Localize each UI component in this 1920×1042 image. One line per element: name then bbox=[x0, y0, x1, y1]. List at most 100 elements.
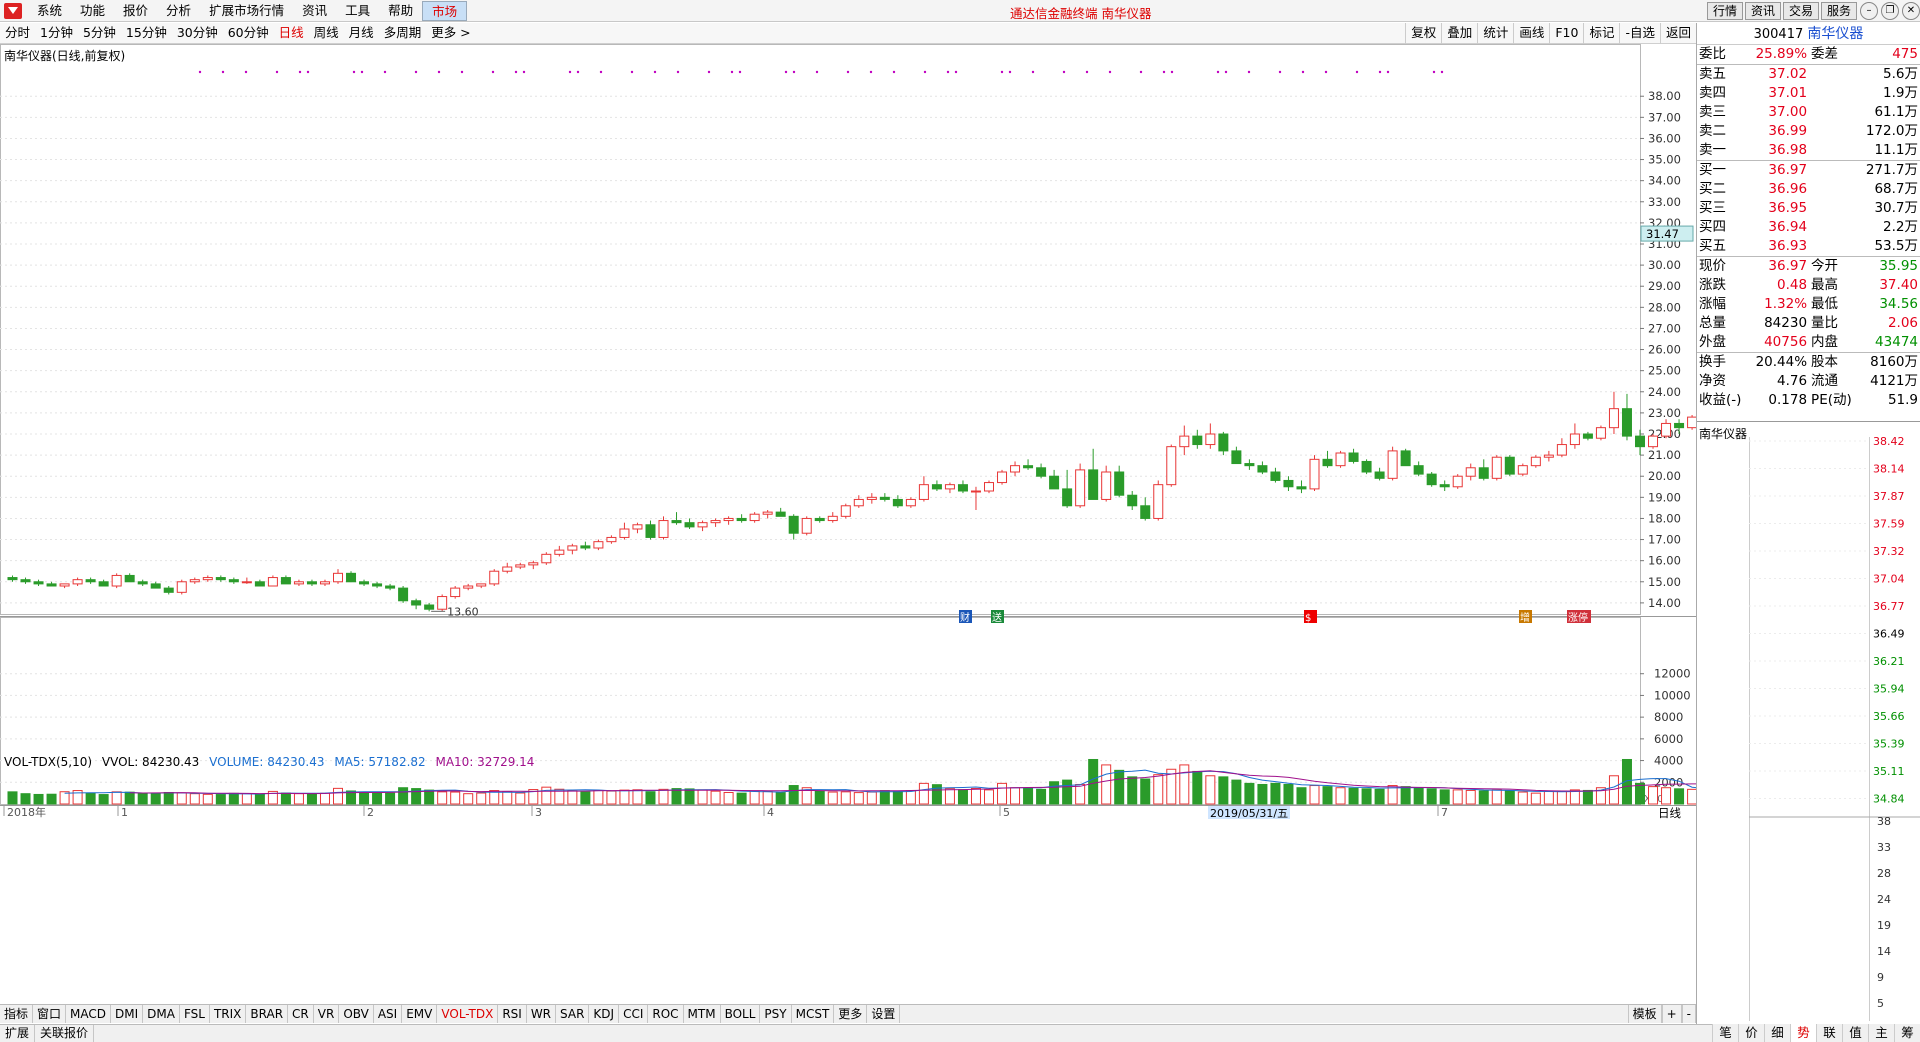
volume-bar[interactable] bbox=[1648, 786, 1659, 805]
volume-bar[interactable] bbox=[463, 793, 474, 805]
candle-body[interactable] bbox=[1608, 408, 1619, 429]
volume-bar[interactable] bbox=[619, 789, 630, 805]
period-30min[interactable]: 30分钟 bbox=[172, 23, 223, 43]
volume-bar[interactable] bbox=[1452, 789, 1463, 805]
related-quote-button[interactable]: 关联报价 bbox=[35, 1025, 95, 1042]
candle-body[interactable] bbox=[398, 587, 409, 602]
volume-bar[interactable] bbox=[736, 792, 747, 805]
volume-bar[interactable] bbox=[1296, 787, 1307, 805]
indicator-tab[interactable]: 更多 bbox=[834, 1005, 868, 1023]
candle-body[interactable] bbox=[1179, 435, 1190, 448]
candle-body[interactable] bbox=[1270, 471, 1281, 481]
volume-bar[interactable] bbox=[879, 790, 890, 805]
candle-body[interactable] bbox=[306, 581, 317, 585]
close-icon[interactable]: ✕ bbox=[1902, 2, 1920, 20]
menu-quote[interactable]: 报价 bbox=[114, 1, 157, 21]
volume-bar[interactable] bbox=[1322, 786, 1333, 805]
quote-button[interactable]: 行情 bbox=[1706, 2, 1743, 20]
candle-body[interactable] bbox=[372, 583, 383, 587]
candle-body[interactable] bbox=[697, 522, 708, 528]
candle-body[interactable] bbox=[7, 577, 18, 581]
candle-body[interactable] bbox=[1595, 427, 1606, 439]
menu-function[interactable]: 功能 bbox=[71, 1, 114, 21]
candle-body[interactable] bbox=[215, 577, 226, 581]
candle-body[interactable] bbox=[1101, 471, 1112, 500]
candle-body[interactable] bbox=[59, 583, 70, 587]
indicator-tab[interactable]: DMA bbox=[143, 1005, 180, 1023]
candle-body[interactable] bbox=[593, 541, 604, 549]
volume-bar[interactable] bbox=[1283, 783, 1294, 805]
indicator-tab[interactable]: ASI bbox=[374, 1005, 403, 1023]
indicator-tab[interactable]: FSL bbox=[180, 1005, 210, 1023]
expand-button[interactable]: 扩展 bbox=[0, 1025, 36, 1042]
candle-body[interactable] bbox=[984, 482, 994, 492]
volume-bar[interactable] bbox=[658, 788, 669, 805]
volume-bar[interactable] bbox=[853, 792, 864, 805]
service-button[interactable]: 服务 bbox=[1820, 2, 1857, 20]
volume-bar[interactable] bbox=[1088, 758, 1099, 805]
candle-body[interactable] bbox=[723, 517, 734, 522]
period-1min[interactable]: 1分钟 bbox=[35, 23, 78, 43]
volume-bar[interactable] bbox=[1270, 782, 1281, 805]
indicator-tab[interactable]: CCI bbox=[619, 1005, 649, 1023]
panel-tab[interactable]: 值 bbox=[1842, 1024, 1868, 1042]
candle-body[interactable] bbox=[450, 587, 461, 598]
candle-body[interactable] bbox=[1400, 450, 1411, 467]
buy-row[interactable]: 买五 36.93 53.5万 bbox=[1697, 237, 1920, 257]
volume-bar[interactable] bbox=[1062, 779, 1073, 805]
buy-row[interactable]: 买二 36.96 68.7万 bbox=[1697, 180, 1920, 199]
candle-body[interactable] bbox=[736, 517, 747, 522]
indicator-tab[interactable]: 指标 bbox=[0, 1005, 34, 1023]
candle-body[interactable] bbox=[1010, 465, 1021, 473]
candle-body[interactable] bbox=[827, 515, 838, 522]
candle-body[interactable] bbox=[1374, 471, 1385, 479]
candle-body[interactable] bbox=[931, 484, 942, 490]
candle-body[interactable] bbox=[866, 496, 877, 500]
candle-body[interactable] bbox=[424, 604, 435, 610]
candle-body[interactable] bbox=[1114, 471, 1125, 496]
indicator-tab[interactable]: ROC bbox=[648, 1005, 684, 1023]
candle-body[interactable] bbox=[137, 581, 148, 585]
indicator-tab[interactable]: TRIX bbox=[210, 1005, 247, 1023]
volume-bar[interactable] bbox=[1049, 781, 1060, 805]
indicator-tab[interactable]: KDJ bbox=[589, 1005, 620, 1023]
candle-body[interactable] bbox=[293, 581, 304, 585]
candle-body[interactable] bbox=[85, 579, 96, 583]
volume-bar[interactable] bbox=[280, 792, 291, 805]
candle-body[interactable] bbox=[1244, 463, 1255, 467]
period-5min[interactable]: 5分钟 bbox=[78, 23, 121, 43]
tool-mark[interactable]: 标记 bbox=[1583, 23, 1619, 44]
volume-bar[interactable] bbox=[241, 793, 252, 805]
candle-body[interactable] bbox=[1387, 450, 1398, 479]
volume-bar[interactable] bbox=[984, 789, 994, 805]
volume-bar[interactable] bbox=[46, 793, 57, 805]
candle-body[interactable] bbox=[515, 564, 526, 568]
volume-bar[interactable] bbox=[997, 782, 1008, 805]
candle-body[interactable] bbox=[437, 596, 448, 610]
tool-back[interactable]: 返回 bbox=[1659, 23, 1696, 44]
candle-body[interactable] bbox=[1231, 450, 1242, 465]
candle-body[interactable] bbox=[1687, 416, 1696, 429]
volume-bar[interactable] bbox=[1010, 787, 1021, 805]
candle-body[interactable] bbox=[463, 585, 474, 589]
candle-body[interactable] bbox=[658, 520, 669, 538]
volume-bar[interactable] bbox=[20, 793, 31, 805]
volume-bar[interactable] bbox=[1348, 787, 1359, 805]
menu-analysis[interactable]: 分析 bbox=[157, 1, 200, 21]
period-60min[interactable]: 60分钟 bbox=[223, 23, 274, 43]
template-button[interactable]: 模板 bbox=[1627, 1005, 1662, 1023]
volume-bar[interactable] bbox=[957, 789, 968, 805]
candle-body[interactable] bbox=[1426, 473, 1437, 486]
candle-body[interactable] bbox=[1661, 422, 1672, 437]
volume-bar[interactable] bbox=[541, 786, 552, 805]
volume-bar[interactable] bbox=[632, 789, 643, 805]
indicator-tab[interactable]: BRAR bbox=[246, 1005, 289, 1023]
volume-bar[interactable] bbox=[1127, 776, 1138, 805]
volume-bar[interactable] bbox=[1335, 787, 1346, 805]
volume-bar[interactable] bbox=[359, 792, 370, 805]
indicator-tab[interactable]: CR bbox=[288, 1005, 314, 1023]
panel-tab[interactable]: 筹 bbox=[1894, 1024, 1920, 1042]
candle-body[interactable] bbox=[1361, 460, 1372, 473]
period-monthly[interactable]: 月线 bbox=[344, 23, 379, 43]
volume-bar[interactable] bbox=[697, 789, 708, 805]
